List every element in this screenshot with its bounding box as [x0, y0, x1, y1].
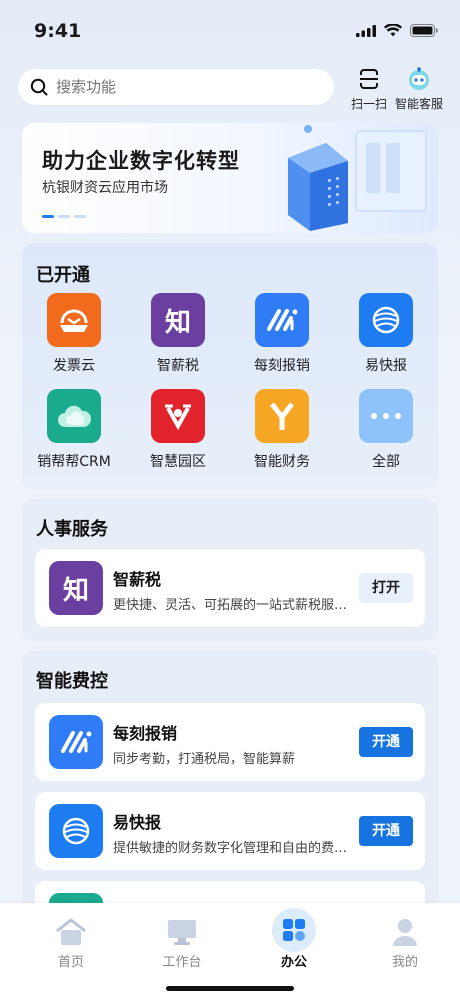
open-button[interactable]: 打开: [359, 573, 413, 603]
meike-icon: [255, 293, 309, 347]
app-invoice-cloud[interactable]: 发票云: [22, 293, 126, 375]
banner-dot: [58, 215, 70, 218]
tab-label: 办公: [280, 955, 307, 970]
tab-home[interactable]: 首页: [31, 913, 111, 970]
service-name: 易快报: [113, 813, 162, 832]
search-bar[interactable]: [18, 69, 334, 105]
zhi-icon: 知: [49, 561, 103, 615]
person-icon: [393, 919, 417, 946]
apps-icon: [283, 919, 305, 941]
wifi-icon: [384, 24, 402, 37]
app-label: 发票云: [53, 358, 95, 374]
hr-section-title: 人事服务: [36, 519, 108, 540]
globe-icon: [359, 293, 413, 347]
banner-dot-active: [42, 215, 54, 218]
y-icon: [255, 389, 309, 443]
app-label: 每刻报销: [254, 358, 310, 374]
opened-apps-section: 已开通 发票云 知 智薪税 每刻报销 易快报 销帮帮CRM 智慧园区 智能财务 …: [22, 243, 438, 489]
app-all[interactable]: 全部: [334, 389, 438, 471]
robot-icon: [409, 67, 429, 90]
scan-button[interactable]: 扫一扫: [348, 66, 390, 112]
invoice-cloud-icon: [47, 293, 101, 347]
bottom-tab-bar: 首页 工作台 办公 我的: [0, 903, 460, 997]
tab-label: 首页: [57, 955, 84, 970]
app-label: 智慧园区: [150, 454, 206, 470]
tab-mine[interactable]: 我的: [365, 913, 445, 970]
smart-service-label: 智能客服: [394, 97, 443, 111]
tab-workbench[interactable]: 工作台: [142, 913, 222, 970]
finance-section-title: 智能费控: [36, 671, 108, 692]
home-indicator: [166, 986, 294, 991]
opened-section-title: 已开通: [36, 265, 90, 286]
app-meike[interactable]: 每刻报销: [230, 293, 334, 375]
battery-icon: [410, 24, 438, 37]
globe-icon: [49, 804, 103, 858]
service-desc: 更快捷、灵活、可拓展的一站式薪税服务平台: [113, 598, 353, 613]
app-xiaobangbang-crm[interactable]: 销帮帮CRM: [22, 389, 126, 471]
search-input[interactable]: [54, 77, 318, 97]
park-icon: [151, 389, 205, 443]
tab-label: 工作台: [162, 955, 202, 970]
scan-label: 扫一扫: [350, 97, 387, 111]
service-card[interactable]: 知 智薪税 更快捷、灵活、可拓展的一站式薪税服务平台 打开: [35, 549, 425, 627]
scan-icon: [360, 69, 378, 89]
service-desc: 同步考勤，打通税局，智能算薪: [113, 752, 296, 767]
tab-label: 我的: [391, 955, 418, 970]
meike-icon: [49, 715, 103, 769]
home-icon: [56, 918, 86, 945]
banner-page-indicator: [42, 215, 86, 218]
system-indicators: [356, 24, 438, 37]
promo-banner[interactable]: 助力企业数字化转型 杭银财资云应用市场: [22, 123, 438, 233]
banner-dot: [74, 215, 86, 218]
smart-service-button[interactable]: 智能客服: [392, 66, 446, 112]
app-yikuaibao[interactable]: 易快报: [334, 293, 438, 375]
banner-illustration: [288, 125, 427, 231]
service-desc: 提供敏捷的财务数字化管理和自由的费控服务: [113, 841, 353, 856]
tab-office[interactable]: 办公: [254, 908, 334, 970]
app-label: 全部: [372, 454, 400, 470]
more-icon: [359, 389, 413, 443]
status-time: 9:41: [34, 20, 82, 42]
activate-button[interactable]: 开通: [359, 816, 413, 846]
banner-subtitle: 杭银财资云应用市场: [42, 180, 168, 196]
app-smart-park[interactable]: 智慧园区: [126, 389, 230, 471]
cloud-icon: [47, 389, 101, 443]
service-name: 智薪税: [113, 570, 162, 589]
service-name: 每刻报销: [113, 724, 178, 743]
monitor-icon: [168, 920, 196, 945]
app-label: 智薪税: [157, 358, 199, 374]
status-bar: 9:41: [0, 0, 460, 56]
service-card[interactable]: 易快报 提供敏捷的财务数字化管理和自由的费控服务 开通: [35, 792, 425, 870]
activate-button[interactable]: 开通: [359, 727, 413, 757]
banner-title: 助力企业数字化转型: [42, 149, 240, 173]
app-label: 智能财务: [254, 454, 310, 470]
app-zhixinshui[interactable]: 知 智薪税: [126, 293, 230, 375]
service-card[interactable]: 每刻报销 同步考勤，打通税局，智能算薪 开通: [35, 703, 425, 781]
zhi-icon: 知: [151, 293, 205, 347]
signal-icon: [356, 24, 376, 37]
hr-services-section: 人事服务 知 智薪税 更快捷、灵活、可拓展的一站式薪税服务平台 打开: [22, 499, 438, 641]
search-icon: [30, 78, 48, 96]
app-smart-finance[interactable]: 智能财务: [230, 389, 334, 471]
app-label: 销帮帮CRM: [37, 454, 111, 470]
app-label: 易快报: [365, 358, 407, 374]
